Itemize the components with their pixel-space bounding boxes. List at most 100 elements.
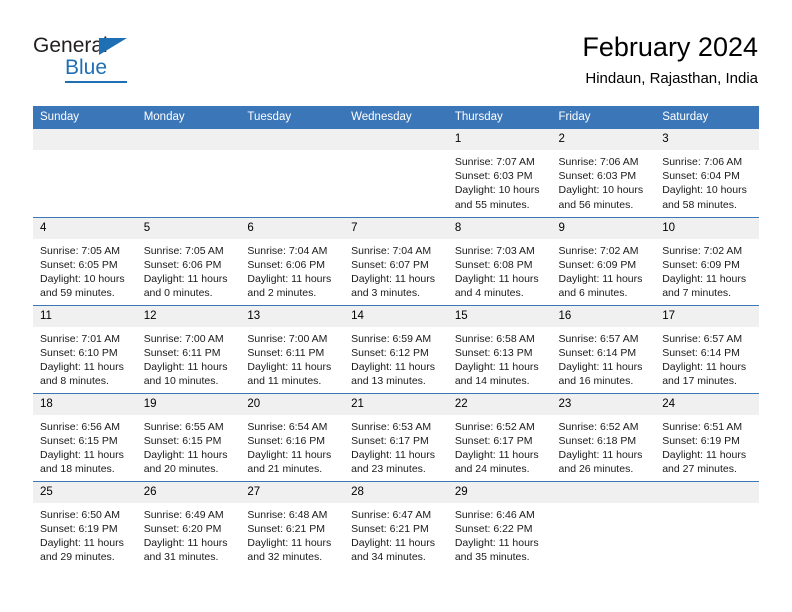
calendar-day-cell[interactable]: 16 Sunrise: 6:57 AM Sunset: 6:14 PM Dayligh… [551, 305, 656, 394]
calendar-day-cell[interactable]: 11 Sunrise: 7:01 AM Sunset: 6:10 PM Dayligh… [33, 305, 137, 394]
calendar-day-cell[interactable]: 5 Sunrise: 7:05 AM Sunset: 6:06 PM Daylight… [136, 217, 241, 306]
daylight-duration-line2: and 17 minutes. [662, 375, 737, 388]
sunset-time: Sunset: 6:15 PM [143, 434, 222, 447]
daylight-duration-line2: and 4 minutes. [454, 287, 524, 300]
day-number: 13 [240, 305, 345, 327]
day-details: Sunrise: 6:47 AM Sunset: 6:21 PM Daylight:… [344, 503, 448, 565]
day-number: 21 [344, 393, 448, 415]
day-details: Sunrise: 6:57 AM Sunset: 6:14 PM Daylight:… [552, 327, 656, 389]
calendar-day-cell[interactable]: 3 Sunrise: 7:06 AM Sunset: 6:04 PM Daylight… [655, 129, 759, 218]
calendar-page: General Blue February 2024 Hindaun, Raja… [0, 0, 792, 612]
calendar-cell-empty [551, 481, 656, 569]
calendar-day-cell[interactable]: 27 Sunrise: 6:48 AM Sunset: 6:21 PM Dayligh… [240, 481, 345, 569]
calendar-day-cell[interactable]: 15 Sunrise: 6:58 AM Sunset: 6:13 PM Dayligh… [447, 305, 552, 394]
calendar-day-cell[interactable]: 14 Sunrise: 6:59 AM Sunset: 6:12 PM Dayligh… [344, 305, 448, 394]
sunset-time: Sunset: 6:03 PM [454, 170, 533, 183]
day-number: 26 [136, 481, 241, 503]
day-number: 25 [33, 481, 137, 503]
sunset-time: Sunset: 6:16 PM [247, 434, 326, 447]
weekday-header-thursday: Thursday [447, 106, 552, 129]
day-details: Sunrise: 7:07 AM Sunset: 6:03 PM Daylight:… [448, 150, 552, 212]
sunset-time: Sunset: 6:10 PM [40, 346, 118, 359]
calendar-day-cell[interactable]: 20 Sunrise: 6:54 AM Sunset: 6:16 PM Dayligh… [240, 393, 345, 482]
daylight-duration-line2: and 55 minutes. [454, 198, 530, 211]
daylight-duration-line1: Daylight: 11 hours [351, 360, 435, 373]
day-number: 24 [655, 393, 759, 415]
calendar-day-cell[interactable]: 28 Sunrise: 6:47 AM Sunset: 6:21 PM Dayligh… [344, 481, 448, 569]
sunset-time: Sunset: 6:03 PM [558, 170, 637, 183]
daylight-duration-line1: Daylight: 11 hours [558, 448, 643, 461]
sunrise-time: Sunrise: 6:51 AM [662, 420, 743, 433]
calendar-day-cell[interactable]: 21 Sunrise: 6:53 AM Sunset: 6:17 PM Dayligh… [344, 393, 448, 482]
sunrise-time: Sunrise: 7:02 AM [662, 244, 743, 257]
day-number: 7 [344, 217, 448, 239]
sunset-time: Sunset: 6:11 PM [143, 346, 221, 359]
sunset-time: Sunset: 6:09 PM [662, 258, 740, 271]
general-blue-logo[interactable]: General Blue [33, 34, 153, 86]
sunset-time: Sunset: 6:06 PM [143, 258, 222, 271]
sunrise-time: Sunrise: 7:04 AM [351, 244, 432, 257]
daylight-duration-line1: Daylight: 11 hours [662, 360, 747, 373]
calendar-day-cell[interactable]: 29 Sunrise: 6:46 AM Sunset: 6:22 PM Dayligh… [447, 481, 552, 569]
weekday-header-saturday: Saturday [655, 106, 759, 129]
day-number: 1 [447, 129, 552, 150]
calendar-day-cell[interactable]: 10 Sunrise: 7:02 AM Sunset: 6:09 PM Dayligh… [655, 217, 759, 306]
blue-triangle-flag-icon [99, 38, 127, 55]
daylight-duration-line2: and 58 minutes. [662, 198, 737, 211]
calendar-cell-empty [33, 129, 137, 218]
sunrise-time: Sunrise: 7:01 AM [40, 332, 120, 345]
day-details: Sunrise: 6:53 AM Sunset: 6:17 PM Daylight:… [344, 415, 448, 477]
day-details: Sunrise: 7:03 AM Sunset: 6:08 PM Daylight:… [448, 239, 552, 301]
calendar-header-row: Sunday Monday Tuesday Wednesday Thursday Frid… [33, 106, 759, 129]
day-number: 12 [136, 305, 241, 327]
calendar-day-cell[interactable]: 18 Sunrise: 6:56 AM Sunset: 6:15 PM Dayligh… [33, 393, 137, 482]
calendar-day-cell[interactable]: 9 Sunrise: 7:02 AM Sunset: 6:09 PM Daylight… [551, 217, 656, 306]
day-number: 16 [551, 305, 656, 327]
calendar-day-cell[interactable]: 19 Sunrise: 6:55 AM Sunset: 6:15 PM Dayligh… [136, 393, 241, 482]
sunset-time: Sunset: 6:13 PM [454, 346, 533, 359]
calendar-day-cell[interactable]: 26 Sunrise: 6:49 AM Sunset: 6:20 PM Dayligh… [136, 481, 241, 569]
calendar-day-cell[interactable]: 23 Sunrise: 6:52 AM Sunset: 6:18 PM Dayligh… [551, 393, 656, 482]
day-details: Sunrise: 6:54 AM Sunset: 6:16 PM Daylight:… [240, 415, 344, 477]
day-number: 9 [551, 217, 656, 239]
daylight-duration-line2: and 3 minutes. [351, 287, 420, 300]
sunset-time: Sunset: 6:22 PM [454, 522, 533, 535]
daylight-duration-line2: and 14 minutes. [454, 375, 530, 388]
calendar-day-cell[interactable]: 13 Sunrise: 7:00 AM Sunset: 6:11 PM Dayligh… [240, 305, 345, 394]
day-number: 4 [33, 217, 137, 239]
daylight-duration-line1: Daylight: 11 hours [247, 536, 332, 549]
calendar-day-cell[interactable]: 24 Sunrise: 6:51 AM Sunset: 6:19 PM Dayligh… [655, 393, 759, 482]
day-number: 14 [344, 305, 448, 327]
calendar-day-cell[interactable]: 2 Sunrise: 7:06 AM Sunset: 6:03 PM Daylight… [551, 129, 656, 218]
calendar-day-cell[interactable]: 12 Sunrise: 7:00 AM Sunset: 6:11 PM Dayligh… [136, 305, 241, 394]
sunset-time: Sunset: 6:07 PM [351, 258, 429, 271]
sunset-time: Sunset: 6:20 PM [143, 522, 222, 535]
daylight-duration-line2: and 11 minutes. [247, 375, 322, 388]
day-details: Sunrise: 7:02 AM Sunset: 6:09 PM Daylight:… [655, 239, 759, 301]
daylight-duration-line2: and 31 minutes. [143, 551, 219, 564]
day-details: Sunrise: 7:00 AM Sunset: 6:11 PM Daylight:… [137, 327, 241, 389]
sunrise-time: Sunrise: 6:58 AM [454, 332, 535, 345]
calendar-day-cell[interactable]: 7 Sunrise: 7:04 AM Sunset: 6:07 PM Daylight… [344, 217, 448, 306]
calendar-day-cell[interactable]: 6 Sunrise: 7:04 AM Sunset: 6:06 PM Daylight… [240, 217, 345, 306]
calendar-day-cell[interactable]: 1 Sunrise: 7:07 AM Sunset: 6:03 PM Daylight… [447, 129, 552, 218]
calendar-day-cell[interactable]: 8 Sunrise: 7:03 AM Sunset: 6:08 PM Daylight… [447, 217, 552, 306]
day-number [136, 129, 241, 150]
calendar-day-cell[interactable]: 22 Sunrise: 6:52 AM Sunset: 6:17 PM Dayligh… [447, 393, 552, 482]
calendar-week-row: 4 Sunrise: 7:05 AM Sunset: 6:05 PM Daylight… [33, 217, 759, 306]
day-details: Sunrise: 6:57 AM Sunset: 6:14 PM Daylight:… [655, 327, 759, 389]
calendar-day-cell[interactable]: 4 Sunrise: 7:05 AM Sunset: 6:05 PM Daylight… [33, 217, 137, 306]
calendar-day-cell[interactable]: 25 Sunrise: 6:50 AM Sunset: 6:19 PM Dayligh… [33, 481, 137, 569]
day-number: 20 [240, 393, 345, 415]
day-details: Sunrise: 6:49 AM Sunset: 6:20 PM Daylight:… [137, 503, 241, 565]
sunrise-time: Sunrise: 6:54 AM [247, 420, 328, 433]
weekday-header-friday: Friday [551, 106, 656, 129]
day-details: Sunrise: 6:48 AM Sunset: 6:21 PM Daylight:… [240, 503, 344, 565]
calendar-week-row: 18 Sunrise: 6:56 AM Sunset: 6:15 PM Dayligh… [33, 393, 759, 482]
sunrise-time: Sunrise: 6:57 AM [662, 332, 743, 345]
sunrise-time: Sunrise: 6:47 AM [351, 508, 432, 521]
daylight-duration-line1: Daylight: 11 hours [558, 360, 643, 373]
calendar-day-cell[interactable]: 17 Sunrise: 6:57 AM Sunset: 6:14 PM Dayligh… [655, 305, 759, 394]
sunrise-time: Sunrise: 7:02 AM [558, 244, 639, 257]
day-details: Sunrise: 6:52 AM Sunset: 6:17 PM Daylight:… [448, 415, 552, 477]
